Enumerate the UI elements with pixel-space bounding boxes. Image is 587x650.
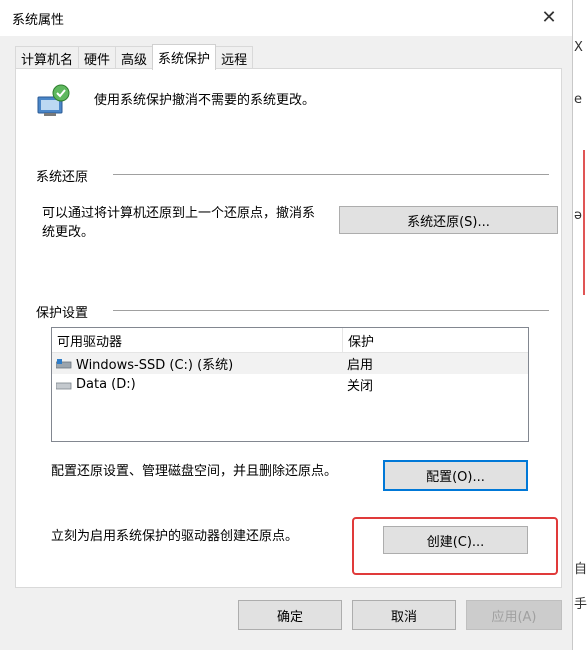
apply-button[interactable]: 应用(A) (466, 600, 562, 630)
tab-system-protection[interactable]: 系统保护 (152, 44, 217, 70)
tab-hardware[interactable]: 硬件 (78, 46, 117, 69)
background-window-strip: X e ə 自 手 (572, 0, 587, 650)
header-description: 使用系统保护撤消不需要的系统更改。 (94, 93, 316, 108)
create-description: 立刻为启用系统保护的驱动器创建还原点。 (51, 529, 299, 544)
tab-panel-system-protection: 使用系统保护撤消不需要的系统更改。 系统还原 可以通过将计算机还原到上一个还原点… (15, 68, 562, 588)
drive-name: Data (D:) (76, 377, 136, 392)
title-bar[interactable]: 系统属性 ✕ (0, 0, 572, 36)
system-restore-button[interactable]: 系统还原(S)... (339, 206, 558, 234)
tab-computer-name[interactable]: 计算机名 (15, 46, 80, 69)
drive-protection-status: 关闭 (347, 379, 374, 394)
protection-settings-section-title: 保护设置 (36, 306, 89, 321)
section-divider (113, 174, 549, 175)
section-divider (113, 310, 549, 311)
drive-protection-status: 启用 (347, 358, 374, 373)
configure-description: 配置还原设置、管理磁盘空间，并且删除还原点。 (51, 464, 338, 479)
drive-list[interactable]: 可用驱动器 保护 Windows-SSD (C:) (系统) 启用 Data (… (51, 327, 529, 442)
drive-name: Windows-SSD (C:) (系统) (76, 358, 234, 373)
close-icon: ✕ (541, 6, 557, 28)
background-text-fragment: ə (574, 208, 582, 223)
column-header-drives[interactable]: 可用驱动器 (52, 328, 343, 352)
system-protection-icon (37, 84, 70, 116)
cancel-button[interactable]: 取消 (352, 600, 456, 630)
drive-row[interactable]: Data (D:) 关闭 (52, 374, 528, 395)
column-header-protection[interactable]: 保护 (343, 328, 528, 352)
tab-remote[interactable]: 远程 (215, 46, 254, 69)
background-highlight-line (583, 150, 585, 295)
window-title: 系统属性 (12, 13, 65, 28)
close-button[interactable]: ✕ (526, 0, 572, 34)
background-text-fragment: e (574, 92, 582, 107)
ok-button[interactable]: 确定 (238, 600, 342, 630)
system-restore-description: 可以通过将计算机还原到上一个还原点，撤消系 统更改。 (42, 206, 316, 240)
system-drive-icon (56, 358, 72, 368)
background-text-fragment: 手 (574, 597, 587, 612)
tab-advanced[interactable]: 高级 (115, 46, 154, 69)
drive-row[interactable]: Windows-SSD (C:) (系统) 启用 (52, 353, 528, 374)
system-restore-section-title: 系统还原 (36, 170, 89, 185)
background-text-fragment: X (574, 40, 583, 55)
background-text-fragment: 自 (574, 562, 587, 577)
drive-icon (56, 382, 72, 389)
configure-button[interactable]: 配置(O)... (383, 460, 528, 491)
tab-bar: 计算机名 硬件 高级 系统保护 远程 (15, 44, 254, 70)
drive-list-header: 可用驱动器 保护 (52, 328, 528, 353)
highlight-box (352, 517, 558, 575)
system-properties-dialog: 系统属性 ✕ 计算机名 硬件 高级 系统保护 远程 使用系统保护撤消不需要的系统… (0, 0, 573, 650)
